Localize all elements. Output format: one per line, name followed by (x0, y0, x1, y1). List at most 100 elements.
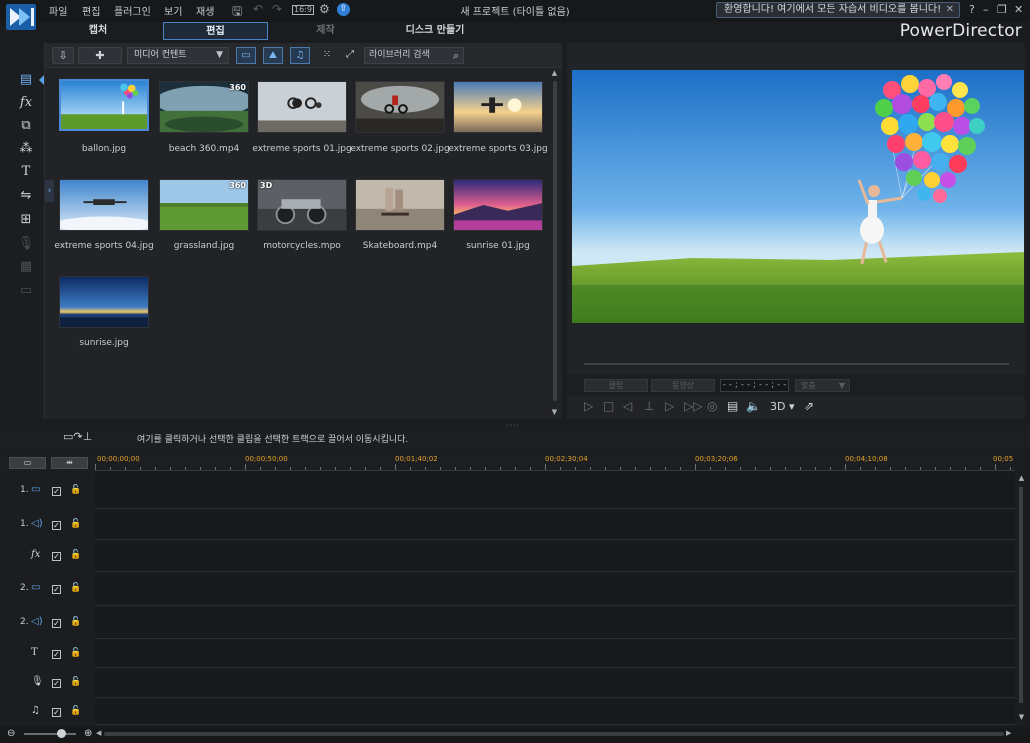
tab-capture[interactable]: 캡처 (48, 22, 148, 40)
menu-file[interactable]: 파일 (49, 3, 67, 18)
thumb-sunrise-01[interactable] (453, 179, 543, 231)
tab-produce[interactable]: 제작 (283, 22, 368, 40)
snapshot-icon[interactable]: ◎ (707, 399, 717, 413)
track-music[interactable] (95, 699, 1015, 725)
previous-frame-icon[interactable]: ◁ (623, 399, 632, 413)
volume-icon[interactable]: 🔈 (746, 399, 761, 413)
pip-icon[interactable]: ⧉ (16, 117, 36, 135)
menu-playback[interactable]: 재생 (196, 3, 214, 18)
close-button[interactable]: ✕ (1014, 3, 1023, 16)
thumb-skateboard[interactable] (355, 179, 445, 231)
import-media-icon[interactable]: ⇩ (52, 47, 74, 64)
timeline-ruler[interactable]: 00;00;00;00 00;00;50;00 00;01;40;02 00;0… (95, 455, 1015, 471)
library-scrollbar[interactable]: ▲ ▼ (550, 69, 559, 418)
undock-icon[interactable]: ⇗ (804, 399, 814, 413)
track-enable-checkbox[interactable]: ✓ (52, 679, 61, 688)
media-room-icon[interactable]: ▤ (16, 71, 36, 89)
track-video-1[interactable] (95, 473, 1015, 509)
effects-icon[interactable]: fx (16, 94, 36, 112)
lock-icon[interactable]: 🔓 (70, 519, 81, 529)
transition-icon[interactable]: ⇋ (16, 187, 36, 205)
thumb-extreme-04[interactable] (55, 179, 153, 232)
tab-create-disc[interactable]: 디스크 만들기 (384, 22, 486, 40)
3d-mode-button[interactable]: 3D ▾ (770, 400, 795, 413)
aspect-ratio-button[interactable]: 16:9 (292, 5, 314, 15)
zoom-slider[interactable] (24, 733, 76, 735)
menu-plugins[interactable]: 플러그인 (114, 3, 151, 18)
filter-video-icon[interactable]: ▭ (236, 47, 256, 64)
fit-select[interactable]: 맞춤 ▼ (795, 379, 850, 392)
thumb-sunrise[interactable] (59, 276, 149, 328)
next-frame-icon[interactable]: ▷ (665, 399, 674, 413)
media-content-select[interactable]: 미디어 컨텐트 ▼ (127, 47, 229, 64)
settings-icon[interactable]: ⚙ (319, 2, 330, 16)
timeline-horizontal-scrollbar[interactable] (104, 732, 1004, 736)
track-enable-checkbox[interactable]: ✓ (52, 619, 61, 628)
collapse-panel-button[interactable]: › (45, 180, 54, 202)
movie-mode-button[interactable]: 동영상 (651, 379, 715, 392)
thumb-ballon[interactable] (59, 79, 149, 131)
timecode-display[interactable]: - - ; - - ; - - ; - - (720, 379, 789, 392)
scroll-down-icon[interactable]: ▼ (1017, 713, 1026, 721)
scroll-up-icon[interactable]: ▲ (1017, 474, 1026, 482)
audio-mix-icon[interactable]: ⊞ (16, 211, 36, 229)
track-enable-checkbox[interactable]: ✓ (52, 487, 61, 496)
subtitle-icon[interactable]: ▭ (16, 282, 36, 300)
menu-edit[interactable]: 편집 (82, 3, 100, 18)
close-icon[interactable]: ✕ (946, 3, 954, 17)
preview-progress-slider[interactable] (584, 363, 1009, 365)
track-audio-2[interactable] (95, 607, 1015, 639)
track-manager-button[interactable]: ▭ (9, 457, 46, 469)
clip-mode-button[interactable]: 클립 (584, 379, 648, 392)
track-enable-checkbox[interactable]: ✓ (52, 585, 61, 594)
lock-icon[interactable]: 🔓 (70, 648, 81, 658)
filter-image-icon[interactable]: ⛰ (263, 47, 283, 64)
redo-icon[interactable]: ↷ (272, 2, 282, 16)
menu-view[interactable]: 보기 (164, 3, 182, 18)
lock-icon[interactable]: 🔓 (70, 550, 81, 560)
grid-view-icon[interactable]: ⁙ (317, 47, 337, 64)
thumb-extreme-02[interactable] (355, 81, 445, 133)
track-enable-checkbox[interactable]: ✓ (52, 552, 61, 561)
thumb-grassland[interactable]: 360 (159, 179, 249, 231)
tab-edit[interactable]: 편집 (163, 22, 268, 40)
track-fx[interactable] (95, 541, 1015, 572)
subtitle-toggle-icon[interactable]: ▤ (727, 399, 738, 413)
lock-icon[interactable]: 🔓 (70, 617, 81, 627)
thumb-extreme-01[interactable] (257, 81, 347, 133)
welcome-banner[interactable]: 환영합니다! 여기에서 모든 자습서 비디오를 봅니다! ✕ (716, 2, 960, 18)
track-video-2[interactable] (95, 573, 1015, 606)
particle-icon[interactable]: ⁂ (16, 140, 36, 158)
play-icon[interactable]: ▷ (584, 399, 593, 413)
scroll-thumb[interactable] (553, 81, 557, 401)
restore-button[interactable]: ❐ (997, 3, 1007, 16)
track-enable-checkbox[interactable]: ✓ (52, 708, 61, 717)
zoom-out-icon[interactable]: ⊖ (7, 728, 15, 739)
voice-record-icon[interactable]: 🎙 (16, 235, 36, 253)
stop-icon[interactable]: □ (603, 399, 614, 413)
track-enable-checkbox[interactable]: ✓ (52, 521, 61, 530)
scroll-up-icon[interactable]: ▲ (550, 69, 559, 77)
scroll-down-icon[interactable]: ▼ (550, 408, 559, 416)
upgrade-icon[interactable]: ⇧ (337, 3, 350, 16)
fast-forward-icon[interactable]: ▷▷ (684, 399, 702, 413)
help-button[interactable]: ? (969, 3, 975, 16)
undo-icon[interactable]: ↶ (253, 2, 263, 16)
track-audio-1[interactable] (95, 510, 1015, 540)
thumb-extreme-03[interactable] (453, 81, 543, 133)
split-icon[interactable]: ⊥ (644, 399, 654, 413)
lock-icon[interactable]: 🔓 (70, 706, 81, 716)
filter-audio-icon[interactable]: ♫ (290, 47, 310, 64)
expand-icon[interactable]: ⤢ (340, 47, 360, 64)
save-icon[interactable]: 🖫 (232, 2, 242, 23)
preview-screen[interactable] (572, 70, 1024, 323)
fit-timeline-button[interactable]: ⇹ (51, 457, 88, 469)
scroll-thumb[interactable] (1019, 487, 1023, 703)
lock-icon[interactable]: 🔓 (70, 583, 81, 593)
thumb-beach-360[interactable]: 360 (155, 81, 253, 133)
plugins-puzzle-icon[interactable]: ✚ (78, 47, 122, 64)
lock-icon[interactable]: 🔓 (70, 485, 81, 495)
lock-icon[interactable]: 🔓 (70, 677, 81, 687)
search-icon[interactable]: ⌕ (453, 48, 459, 63)
zoom-in-icon[interactable]: ⊕ (84, 728, 92, 739)
